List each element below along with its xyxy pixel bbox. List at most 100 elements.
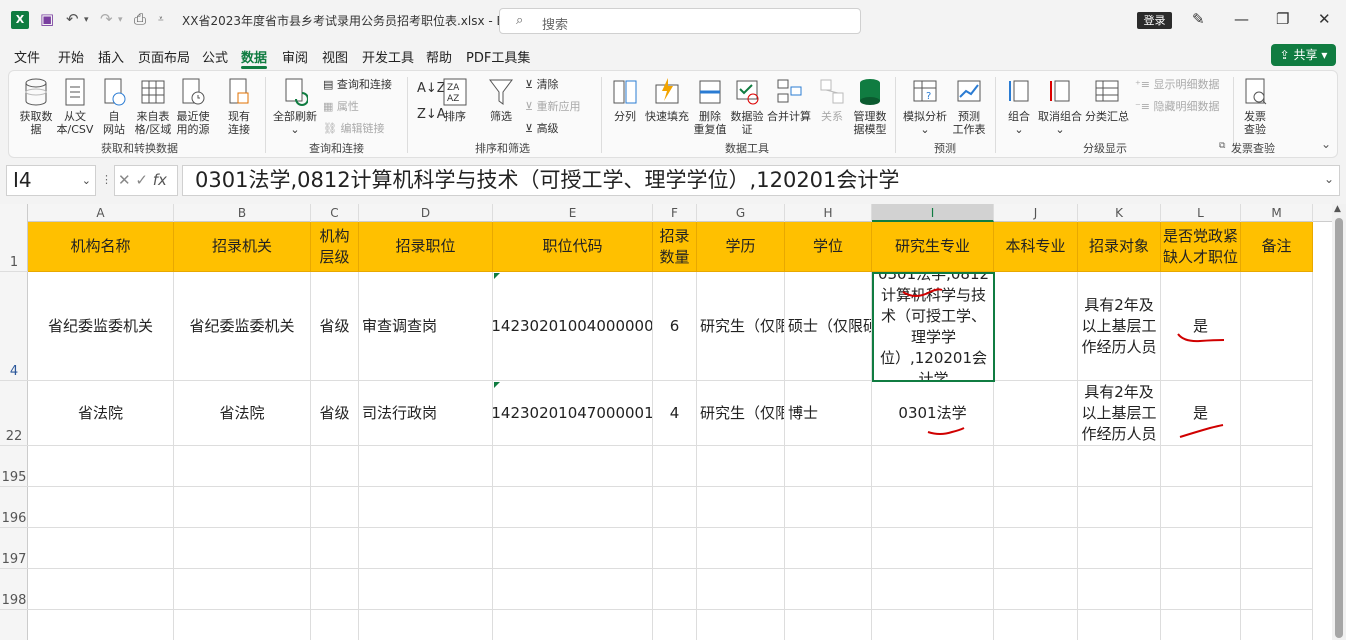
table-cell[interactable] bbox=[697, 487, 785, 528]
scroll-up-icon[interactable]: ▲ bbox=[1334, 204, 1341, 214]
redo-icon[interactable]: ↷ bbox=[100, 10, 113, 28]
show-detail-button[interactable]: ⁺≡ 显示明细数据 bbox=[1135, 76, 1220, 92]
row-header[interactable]: 195 bbox=[0, 446, 28, 487]
table-cell[interactable] bbox=[493, 528, 653, 569]
table-cell[interactable] bbox=[359, 569, 493, 610]
table-cell[interactable]: 省级 bbox=[311, 381, 359, 446]
reapply-button[interactable]: ⊻ 重新应用 bbox=[525, 98, 581, 114]
what-if-analysis-button[interactable]: ? 模拟分析 ⌄ bbox=[901, 77, 949, 136]
close-button[interactable]: ✕ bbox=[1318, 10, 1331, 28]
column-header-h[interactable]: H bbox=[785, 204, 872, 222]
column-header-a[interactable]: A bbox=[28, 204, 174, 222]
from-web-button[interactable]: 自 网站 bbox=[97, 77, 131, 136]
table-cell[interactable] bbox=[1078, 569, 1161, 610]
subtotal-button[interactable]: 分类汇总 bbox=[1083, 77, 1131, 123]
table-cell[interactable] bbox=[697, 610, 785, 640]
from-table-button[interactable]: 来自表 格/区域 bbox=[133, 77, 173, 136]
tab-view[interactable]: 视图 bbox=[322, 47, 348, 66]
search-box[interactable]: ⌕ 搜索 bbox=[499, 8, 861, 34]
flash-fill-button[interactable]: 快速填充 bbox=[643, 77, 691, 123]
table-cell[interactable] bbox=[1161, 528, 1241, 569]
table-cell[interactable] bbox=[359, 446, 493, 487]
table-cell[interactable]: 硕士（仅限硕 bbox=[785, 272, 872, 381]
table-cell[interactable] bbox=[1241, 272, 1313, 381]
table-cell[interactable] bbox=[1161, 610, 1241, 640]
table-cell[interactable] bbox=[872, 446, 994, 487]
column-header-k[interactable]: K bbox=[1078, 204, 1161, 222]
table-cell[interactable] bbox=[1241, 528, 1313, 569]
table-cell[interactable]: 4 bbox=[653, 381, 697, 446]
table-cell[interactable] bbox=[359, 610, 493, 640]
table-cell[interactable] bbox=[174, 610, 311, 640]
row-header[interactable]: 196 bbox=[0, 487, 28, 528]
row-header[interactable]: 22 bbox=[0, 381, 28, 446]
table-cell[interactable]: 省法院 bbox=[174, 381, 311, 446]
expand-formula-bar-icon[interactable]: ⌄ bbox=[1324, 172, 1334, 186]
scrollbar-thumb[interactable] bbox=[1335, 218, 1343, 638]
consolidate-button[interactable]: 合并计算 bbox=[767, 77, 811, 123]
table-cell[interactable] bbox=[653, 610, 697, 640]
minimize-button[interactable]: — bbox=[1234, 10, 1249, 28]
column-header-j[interactable]: J bbox=[994, 204, 1078, 222]
header-cell[interactable]: 招录职位 bbox=[359, 222, 493, 272]
pen-icon[interactable]: ✎ bbox=[1192, 10, 1205, 28]
table-cell[interactable] bbox=[653, 487, 697, 528]
outline-dialog-launcher-icon[interactable]: ⧉ bbox=[1219, 141, 1225, 151]
header-cell[interactable]: 是否党政紧缺人才职位 bbox=[1161, 222, 1241, 272]
table-cell[interactable] bbox=[28, 528, 174, 569]
table-cell[interactable]: 是 bbox=[1161, 272, 1241, 381]
name-box[interactable]: I4 ⌄ bbox=[6, 165, 96, 196]
table-cell[interactable] bbox=[28, 610, 174, 640]
sort-button[interactable]: ZA AZ 排序 bbox=[439, 77, 471, 123]
table-cell[interactable] bbox=[174, 528, 311, 569]
column-header-b[interactable]: B bbox=[174, 204, 311, 222]
hide-detail-button[interactable]: ⁻≡ 隐藏明细数据 bbox=[1135, 98, 1220, 114]
table-cell[interactable] bbox=[174, 487, 311, 528]
get-data-button[interactable]: 获取数 据 bbox=[15, 77, 57, 136]
table-cell[interactable] bbox=[1078, 528, 1161, 569]
table-cell[interactable] bbox=[994, 272, 1078, 381]
from-text-csv-button[interactable]: 从文 本/CSV bbox=[55, 77, 95, 136]
column-header-c[interactable]: C bbox=[311, 204, 359, 222]
header-cell[interactable]: 招录机关 bbox=[174, 222, 311, 272]
table-cell[interactable] bbox=[1078, 610, 1161, 640]
table-cell[interactable] bbox=[785, 610, 872, 640]
tab-insert[interactable]: 插入 bbox=[98, 47, 124, 66]
vertical-scrollbar[interactable]: ▲ bbox=[1332, 204, 1346, 640]
tab-data[interactable]: 数据 bbox=[241, 47, 267, 66]
column-header-i[interactable]: I bbox=[872, 204, 994, 222]
column-header-g[interactable]: G bbox=[697, 204, 785, 222]
table-cell[interactable]: 0301法学 bbox=[872, 381, 994, 446]
group-button[interactable]: 组合 ⌄ bbox=[1001, 77, 1037, 136]
properties-button[interactable]: ▦ 属性 bbox=[323, 98, 359, 114]
table-cell[interactable]: 研究生（仅限 bbox=[697, 381, 785, 446]
table-cell[interactable] bbox=[785, 528, 872, 569]
select-all-button[interactable] bbox=[0, 204, 28, 222]
header-cell[interactable]: 研究生专业 bbox=[872, 222, 994, 272]
table-cell[interactable]: 具有2年及以上基层工作经历人员 bbox=[1078, 381, 1161, 446]
more-options-icon[interactable]: ⋮ bbox=[101, 173, 112, 186]
save-icon[interactable]: ▣ bbox=[40, 10, 54, 28]
table-cell[interactable] bbox=[785, 569, 872, 610]
tab-help[interactable]: 帮助 bbox=[426, 47, 452, 66]
table-cell[interactable] bbox=[311, 446, 359, 487]
table-cell[interactable]: 14230201047000001 bbox=[493, 381, 653, 446]
table-cell[interactable] bbox=[1078, 487, 1161, 528]
table-cell[interactable] bbox=[994, 381, 1078, 446]
formula-input[interactable]: 0301法学,0812计算机科学与技术（可授工学、理学学位）,120201会计学 bbox=[182, 165, 1340, 196]
refresh-all-button[interactable]: 全部刷新 ⌄ bbox=[271, 77, 319, 136]
undo-dropdown-icon[interactable]: ▾ bbox=[84, 15, 89, 25]
insert-function-icon[interactable]: fx bbox=[153, 171, 167, 189]
table-cell[interactable] bbox=[994, 528, 1078, 569]
relationships-button[interactable]: 关系 bbox=[815, 77, 849, 123]
row-header[interactable]: 1 bbox=[0, 222, 28, 272]
filter-button[interactable]: 筛选 bbox=[485, 77, 517, 123]
table-cell[interactable] bbox=[785, 446, 872, 487]
collapse-ribbon-icon[interactable]: ⌄ bbox=[1321, 137, 1331, 151]
row-header[interactable]: 198 bbox=[0, 569, 28, 610]
tab-page-layout[interactable]: 页面布局 bbox=[138, 47, 190, 66]
worksheet-grid[interactable]: A B C D E F G H I J K L M 1 4 22 195 196… bbox=[0, 204, 1332, 640]
chevron-down-icon[interactable]: ⌄ bbox=[82, 166, 91, 195]
table-cell[interactable]: 研究生（仅限 bbox=[697, 272, 785, 381]
table-cell[interactable] bbox=[994, 446, 1078, 487]
